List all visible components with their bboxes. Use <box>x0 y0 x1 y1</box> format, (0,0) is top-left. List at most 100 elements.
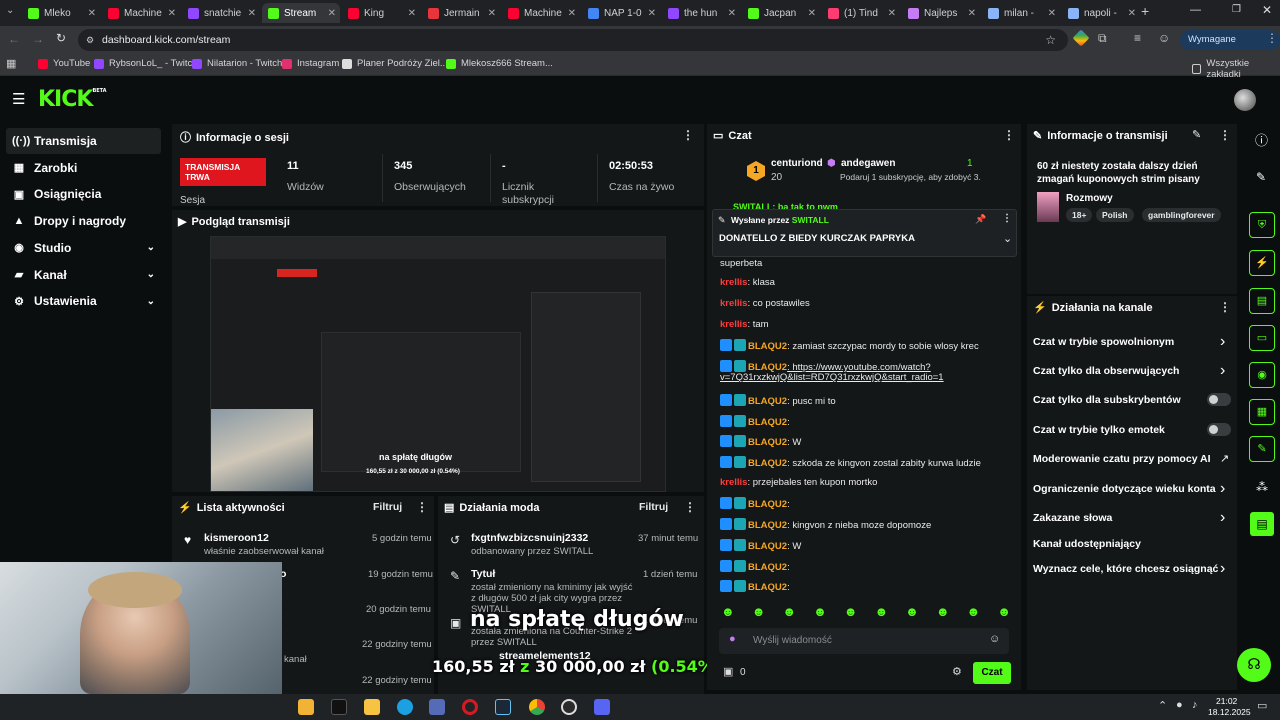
browser-tab[interactable]: Jacpan ✕ <box>742 3 820 23</box>
channel-action-item[interactable]: Moderowanie czatu przy pomocy AI <box>1033 453 1211 465</box>
emote-icon[interactable]: ☻ <box>752 604 766 622</box>
chevron-right-icon[interactable]: › <box>1220 509 1225 527</box>
tab-close-icon[interactable]: ✕ <box>408 8 416 19</box>
chat-message-text[interactable]: v=7Q31rxzkwjQ&list=RD7Q31rxzkwjQ&start_r… <box>720 372 944 383</box>
session-menu-icon[interactable]: ⋮ <box>682 128 694 142</box>
edge-icon[interactable] <box>397 699 413 715</box>
stream-info-menu-icon[interactable]: ⋮ <box>1219 128 1231 142</box>
reload-icon[interactable]: ↻ <box>56 31 66 45</box>
emote-icon[interactable]: ☻ <box>721 604 735 622</box>
bookmark-star-icon[interactable]: ☆ <box>1045 29 1056 51</box>
browser-tab[interactable]: napoli - ✕ <box>1062 3 1140 23</box>
mod-menu-icon[interactable]: ⋮ <box>684 500 696 514</box>
chat-send-button[interactable]: Czat <box>973 662 1011 684</box>
chat-username[interactable]: BLAQU2 <box>748 520 787 531</box>
rail-clip-button[interactable]: ▤ <box>1250 512 1274 536</box>
chat-username[interactable]: krellis <box>720 298 747 309</box>
close-window-icon[interactable]: ✕ <box>1262 3 1272 17</box>
browser-tab[interactable]: Jermain ✕ <box>422 3 500 23</box>
tab-close-icon[interactable]: ✕ <box>648 8 656 19</box>
top-gifter-name[interactable]: centuriond <box>771 158 823 169</box>
chat-username[interactable]: krellis <box>720 319 747 330</box>
mic-icon[interactable]: ● <box>729 633 736 645</box>
media-control-icon[interactable]: ≡ <box>1134 31 1141 45</box>
chat-input[interactable]: ● Wyślij wiadomość ☺ <box>719 628 1009 654</box>
channel-action-item[interactable]: Czat w trybie spowolnionym <box>1033 336 1174 348</box>
pencil-rail-icon[interactable]: ✎ <box>1256 170 1266 184</box>
sidebar-item[interactable]: ⚙ Ustawienia ⌄ <box>6 288 161 314</box>
obs-icon[interactable] <box>561 699 577 715</box>
second-gifter-name[interactable]: andegawen <box>841 158 895 169</box>
rail-nodes-icon[interactable]: ⁂ <box>1256 480 1268 494</box>
unpin-icon[interactable]: 📌 <box>975 214 986 225</box>
tag-badge[interactable]: 18+ <box>1066 208 1093 222</box>
category-name[interactable]: Rozmowy <box>1066 193 1113 204</box>
channel-action-item[interactable]: Ograniczenie dotyczące wieku konta <box>1033 483 1216 495</box>
browser-tab[interactable]: milan - ✕ <box>982 3 1060 23</box>
sidebar-item[interactable]: ▦ Zarobki <box>6 155 161 181</box>
bookmark-link[interactable]: Instagram <box>282 58 339 69</box>
points-icon[interactable]: ▣ <box>723 665 733 678</box>
chevron-right-icon[interactable]: › <box>1220 333 1225 351</box>
sidebar-item[interactable]: ▰ Kanał ⌄ <box>6 262 161 288</box>
browser-tab[interactable]: Mleko ✕ <box>22 3 100 23</box>
chat-username[interactable]: BLAQU2 <box>748 396 787 407</box>
chat-username[interactable]: BLAQU2 <box>748 582 787 593</box>
tab-close-icon[interactable]: ✕ <box>808 8 816 19</box>
tray-chevron-icon[interactable]: ⌃ <box>1158 699 1167 712</box>
toggle-switch[interactable] <box>1207 393 1231 406</box>
tab-close-icon[interactable]: ✕ <box>328 8 336 19</box>
channel-action-item[interactable]: Czat tylko dla subskrybentów <box>1033 394 1181 406</box>
browser-tab[interactable]: Najleps ✕ <box>902 3 980 23</box>
apps-grid-icon[interactable]: ▦ <box>6 57 16 70</box>
chat-settings-icon[interactable]: ⚙ <box>952 665 962 678</box>
browser-tab[interactable]: Machine ✕ <box>102 3 180 23</box>
back-icon[interactable]: ← <box>8 32 20 46</box>
browser-menu-icon[interactable]: ⋮ <box>1266 31 1278 45</box>
pinned-menu-icon[interactable]: ⋮ <box>1002 213 1012 224</box>
hamburger-menu-icon[interactable]: ☰ <box>12 90 25 108</box>
sidebar-item[interactable]: ((·)) Transmisja <box>6 128 161 154</box>
activity-filter-button[interactable]: Filtruj <box>373 501 402 513</box>
chat-username[interactable]: krellis <box>720 277 747 288</box>
tab-close-icon[interactable]: ✕ <box>248 8 256 19</box>
discord-icon[interactable] <box>594 699 610 715</box>
emote-icon[interactable]: ☻ <box>936 604 950 622</box>
pinned-expand-icon[interactable]: ⌄ <box>1003 232 1012 245</box>
kick-logo[interactable]: KICKBETA <box>38 87 107 112</box>
rail-wrench-button[interactable]: ✎ <box>1249 436 1275 462</box>
browser-tab[interactable]: NAP 1-0 ✕ <box>582 3 660 23</box>
sidebar-item[interactable]: ▲ Dropy i nagrody <box>6 208 161 234</box>
chevron-down-icon[interactable]: ⌄ <box>147 242 155 253</box>
bookmark-link[interactable]: Planer Podróży Ziel... <box>342 58 448 69</box>
clock-date[interactable]: 18.12.2025 <box>1208 707 1251 717</box>
activity-menu-icon[interactable]: ⋮ <box>416 500 428 514</box>
extension-icon[interactable] <box>1072 29 1090 47</box>
tab-close-icon[interactable]: ✕ <box>1048 8 1056 19</box>
emote-icon[interactable]: ☻ <box>844 604 858 622</box>
activity-user[interactable]: kismeroon12 <box>204 532 269 544</box>
chat-username[interactable]: BLAQU2 <box>748 562 787 573</box>
edit-stream-info-icon[interactable]: ✎ <box>1192 128 1201 141</box>
emote-icon[interactable]: ☻ <box>967 604 981 622</box>
volume-tray-icon[interactable]: ♪ <box>1192 699 1198 711</box>
emote-icon[interactable]: ☻ <box>813 604 827 622</box>
app-icon[interactable] <box>429 699 445 715</box>
rail-broadcast-button[interactable]: ◉ <box>1249 362 1275 388</box>
emoji-icon[interactable]: ☺ <box>989 633 1000 645</box>
emote-icon[interactable]: ☻ <box>874 604 888 622</box>
tag-badge[interactable]: Polish <box>1096 208 1134 222</box>
emote-icon[interactable]: ☻ <box>782 604 796 622</box>
toggle-switch[interactable] <box>1207 423 1231 436</box>
bookmark-link[interactable]: Nilatarion - Twitch <box>192 58 282 69</box>
mod-filter-button[interactable]: Filtruj <box>639 501 668 513</box>
chat-username[interactable]: BLAQU2 <box>748 499 787 510</box>
tab-search-chevron-icon[interactable]: ⌄ <box>6 5 14 16</box>
chat-username[interactable]: BLAQU2 <box>748 437 787 448</box>
tab-close-icon[interactable]: ✕ <box>888 8 896 19</box>
chat-username[interactable]: BLAQU2 <box>748 458 787 469</box>
tab-close-icon[interactable]: ✕ <box>168 8 176 19</box>
emote-icon[interactable]: ☻ <box>997 604 1011 622</box>
clock-time[interactable]: 21:02 <box>1216 696 1237 706</box>
bookmark-link[interactable]: YouTube <box>38 58 90 69</box>
